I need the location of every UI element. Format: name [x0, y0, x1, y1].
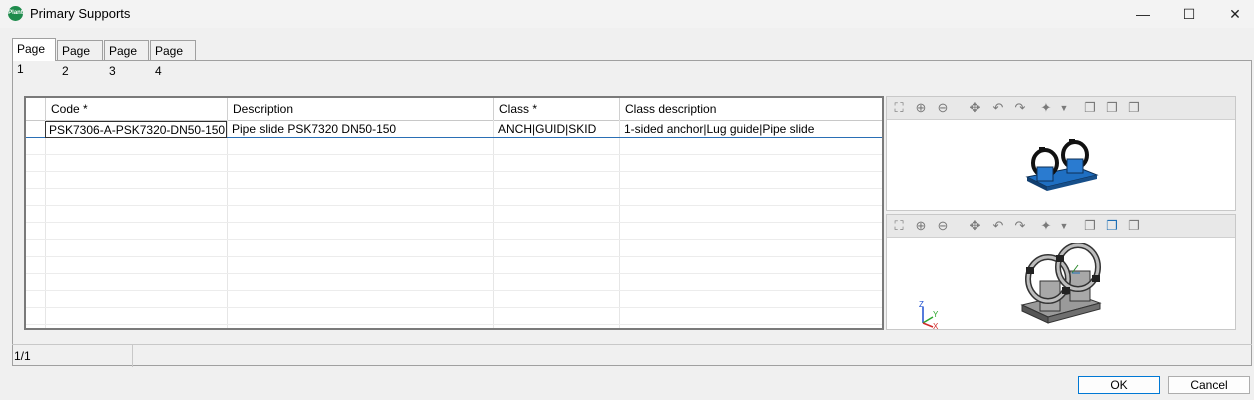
ok-button[interactable]: OK	[1078, 376, 1160, 394]
viewer-toolbar: ⛶ ⊕ ⊖ ✥ ↶ ↷ ✦ ▼ ❐ ❐ ❐	[887, 97, 1235, 120]
row-header-corner	[26, 98, 45, 120]
class-description-cell[interactable]: 1-sided anchor|Lug guide|Pipe slide	[619, 121, 881, 137]
axis-label-z: Z	[919, 300, 924, 309]
minimize-button[interactable]: —	[1120, 0, 1166, 28]
record-count: 1/1	[12, 345, 133, 367]
table-row[interactable]: PSK7306-A-PSK7320-DN50-150 Pipe slide PS…	[26, 121, 882, 138]
rotate-right-icon[interactable]: ↷	[1012, 100, 1028, 116]
rotate-left-icon[interactable]: ↶	[990, 218, 1006, 234]
shade-2-icon[interactable]: ❐	[1104, 100, 1120, 116]
code-cell-input[interactable]: PSK7306-A-PSK7320-DN50-150	[45, 121, 227, 138]
table-row-empty[interactable]	[26, 274, 882, 291]
tab-page-3[interactable]: Page 3	[104, 40, 149, 78]
table-row-empty[interactable]	[26, 206, 882, 223]
tab-page-1[interactable]: Page 1	[12, 38, 56, 76]
axis-label-y: Y	[933, 310, 939, 319]
zoom-extents-icon[interactable]: ⛶	[891, 218, 907, 234]
close-button[interactable]: ✕	[1212, 0, 1254, 28]
axis-triad: Z Y X	[919, 300, 939, 329]
cancel-button[interactable]: Cancel	[1168, 376, 1250, 394]
view-point-icon[interactable]: ✦	[1038, 100, 1054, 116]
title-bar: Plant Primary Supports — ☐ ✕	[0, 0, 1254, 28]
dropdown-arrow-icon[interactable]: ▼	[1056, 218, 1072, 234]
column-header-description[interactable]: Description	[227, 98, 493, 120]
zoom-out-icon[interactable]: ⊖	[935, 218, 951, 234]
status-bar: 1/1	[12, 344, 1252, 367]
rotate-left-icon[interactable]: ↶	[990, 100, 1006, 116]
preview-viewer-shaded[interactable]: ⛶ ⊕ ⊖ ✥ ↶ ↷ ✦ ▼ ❐ ❐ ❐	[886, 96, 1236, 211]
table-row-empty[interactable]	[26, 257, 882, 274]
table-row-empty[interactable]	[26, 308, 882, 325]
description-cell[interactable]: Pipe slide PSK7320 DN50-150	[227, 121, 493, 137]
zoom-in-icon[interactable]: ⊕	[913, 218, 929, 234]
support-3d-preview-realistic	[1020, 243, 1102, 324]
maximize-button[interactable]: ☐	[1166, 0, 1212, 28]
view-point-icon[interactable]: ✦	[1038, 218, 1054, 234]
axis-label-x: X	[933, 322, 939, 329]
tab-page-4[interactable]: Page 4	[150, 40, 196, 78]
supports-grid[interactable]: Code * Description Class * Class descrip…	[24, 96, 884, 330]
dropdown-arrow-icon[interactable]: ▼	[1056, 100, 1072, 116]
support-3d-preview-blue	[1025, 139, 1099, 191]
table-row-empty[interactable]	[26, 138, 882, 155]
tab-page-2[interactable]: Page 2	[57, 40, 103, 78]
viewer-toolbar: ⛶ ⊕ ⊖ ✥ ↶ ↷ ✦ ▼ ❐ ❐ ❐	[887, 215, 1235, 238]
window-title: Primary Supports	[30, 6, 131, 21]
pan-icon[interactable]: ✥	[967, 100, 983, 116]
column-header-code[interactable]: Code *	[45, 98, 227, 120]
zoom-in-icon[interactable]: ⊕	[913, 100, 929, 116]
class-cell[interactable]: ANCH|GUID|SKID	[493, 121, 619, 137]
shade-1-icon[interactable]: ❐	[1082, 100, 1098, 116]
table-row-empty[interactable]	[26, 155, 882, 172]
grid-header: Code * Description Class * Class descrip…	[26, 98, 882, 121]
pan-icon[interactable]: ✥	[967, 218, 983, 234]
column-header-class[interactable]: Class *	[493, 98, 619, 120]
table-row-empty[interactable]	[26, 189, 882, 206]
table-row-empty[interactable]	[26, 240, 882, 257]
table-row-empty[interactable]	[26, 223, 882, 240]
table-row-empty[interactable]	[26, 291, 882, 308]
preview-viewer-realistic[interactable]: ⛶ ⊕ ⊖ ✥ ↶ ↷ ✦ ▼ ❐ ❐ ❐ Z Y X	[886, 214, 1236, 330]
app-logo-icon: Plant	[8, 6, 23, 21]
zoom-out-icon[interactable]: ⊖	[935, 100, 951, 116]
rotate-right-icon[interactable]: ↷	[1012, 218, 1028, 234]
shade-1-icon[interactable]: ❐	[1082, 218, 1098, 234]
shade-3-icon[interactable]: ❐	[1126, 218, 1142, 234]
shade-2-icon[interactable]: ❐	[1104, 218, 1120, 234]
zoom-extents-icon[interactable]: ⛶	[891, 100, 907, 116]
column-header-class-description[interactable]: Class description	[619, 98, 881, 120]
shade-3-icon[interactable]: ❐	[1126, 100, 1142, 116]
table-row-empty[interactable]	[26, 172, 882, 189]
